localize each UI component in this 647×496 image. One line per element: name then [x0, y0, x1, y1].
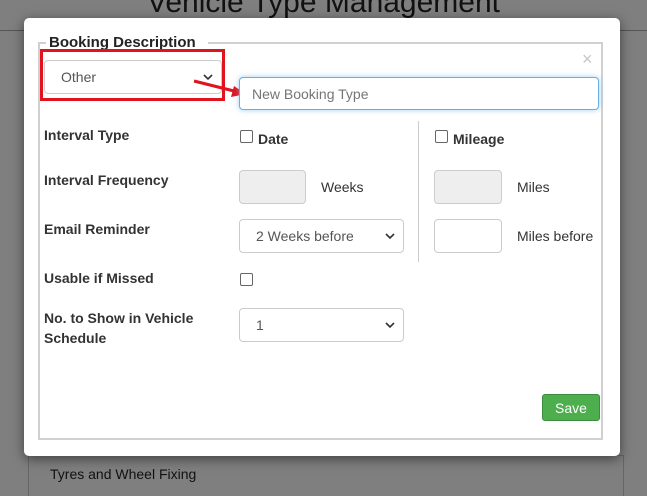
miles-unit: Miles: [517, 179, 550, 195]
no-to-show-select[interactable]: 1: [239, 308, 404, 342]
booking-type-modal: Booking Description × Other Interval Typ…: [24, 18, 620, 456]
date-checkbox[interactable]: [240, 130, 253, 143]
page-title: Vehicle Type Management: [146, 0, 500, 19]
miles-before-unit: Miles before: [517, 228, 594, 244]
weeks-unit: Weeks: [321, 179, 364, 195]
no-to-show-label-line1: No. to Show in Vehicle: [44, 310, 194, 326]
interval-frequency-label: Interval Frequency: [44, 172, 169, 188]
mileage-checkbox-label: Mileage: [453, 131, 505, 147]
mileage-checkbox[interactable]: [435, 130, 448, 143]
save-button[interactable]: Save: [542, 394, 600, 421]
no-to-show-value: 1: [256, 317, 264, 333]
chevron-down-icon: [385, 231, 395, 241]
column-divider: [418, 121, 419, 262]
weeks-frequency-input: [239, 170, 306, 204]
date-checkbox-label: Date: [258, 131, 289, 147]
chevron-down-icon: [385, 320, 395, 330]
miles-frequency-input: [434, 170, 502, 204]
miles-before-input[interactable]: [434, 219, 502, 253]
no-to-show-label-line2: Schedule: [44, 330, 107, 346]
new-booking-type-input[interactable]: [239, 77, 599, 110]
email-reminder-label: Email Reminder: [44, 221, 150, 237]
interval-type-label: Interval Type: [44, 127, 130, 143]
email-reminder-select[interactable]: 2 Weeks before: [239, 219, 404, 253]
usable-if-missed-label: Usable if Missed: [44, 270, 154, 286]
usable-if-missed-checkbox[interactable]: [240, 273, 253, 286]
email-reminder-value: 2 Weeks before: [256, 228, 354, 244]
